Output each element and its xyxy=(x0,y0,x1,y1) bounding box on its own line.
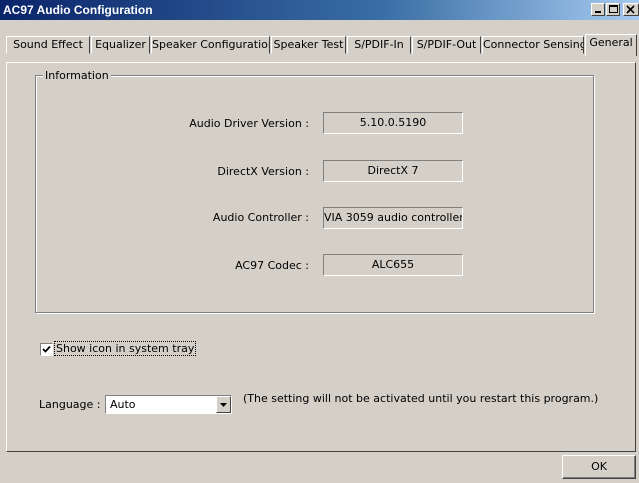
tab-connector-sensing[interactable]: Connector Sensing xyxy=(482,36,584,54)
window-title: AC97 Audio Configuration xyxy=(3,3,153,17)
close-button[interactable] xyxy=(623,3,639,16)
tab-general[interactable]: General xyxy=(585,34,637,56)
maximize-icon xyxy=(609,5,618,13)
title-bar: AC97 Audio Configuration xyxy=(0,0,639,20)
ok-button[interactable]: OK xyxy=(562,455,636,479)
close-icon xyxy=(626,5,635,14)
maximize-button[interactable] xyxy=(606,3,620,16)
tab-strip: Sound Effect Equalizer Speaker Configura… xyxy=(0,26,639,62)
tab-spdif-out[interactable]: S/PDIF-Out xyxy=(412,36,481,54)
tab-speaker-test[interactable]: Speaker Test xyxy=(271,36,346,54)
general-panel xyxy=(6,62,636,452)
tab-speaker-configuration[interactable]: Speaker Configuration xyxy=(151,36,270,54)
minimize-button[interactable] xyxy=(591,3,605,16)
tab-spdif-in[interactable]: S/PDIF-In xyxy=(347,36,411,54)
tab-sound-effect[interactable]: Sound Effect xyxy=(6,36,90,54)
tab-equalizer[interactable]: Equalizer xyxy=(91,36,150,54)
minimize-icon xyxy=(595,11,601,13)
